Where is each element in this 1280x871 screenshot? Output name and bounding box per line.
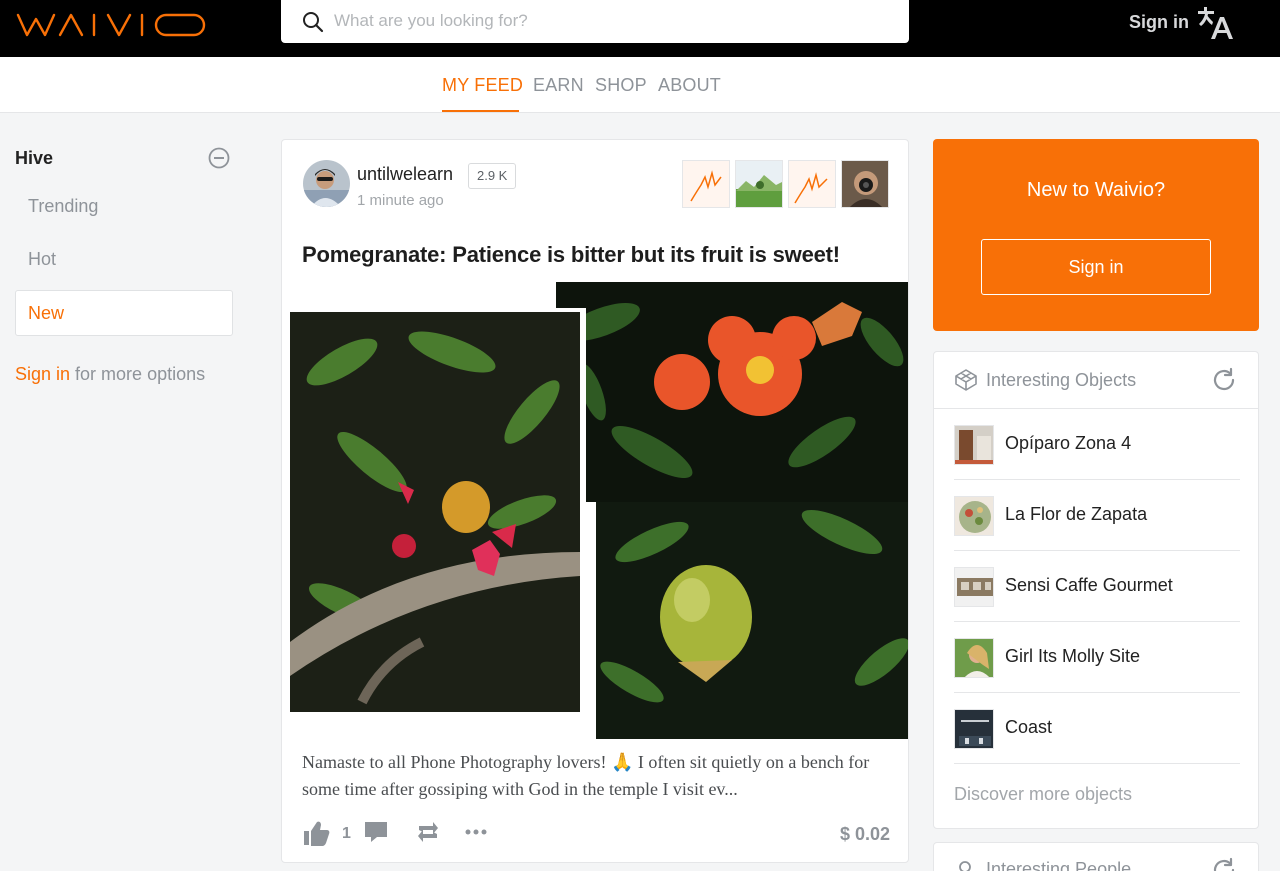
sidebar-item-hot[interactable]: Hot [28, 249, 56, 270]
active-tab-indicator [442, 110, 519, 112]
object-name: Opíparo Zona 4 [1005, 433, 1132, 453]
collapse-icon[interactable] [208, 147, 230, 169]
more-options-icon[interactable] [464, 820, 488, 844]
translate-icon[interactable] [1196, 5, 1234, 41]
like-icon[interactable] [302, 820, 330, 846]
discover-more-objects-link[interactable]: Discover more objects [954, 784, 1132, 805]
post-image-collage[interactable] [282, 282, 909, 739]
tab-earn[interactable]: EARN [533, 75, 584, 96]
search-icon [303, 12, 324, 33]
sidebar-item-new[interactable]: New [15, 290, 233, 336]
object-thumbnail[interactable] [841, 160, 889, 208]
object-image [954, 425, 994, 465]
signup-promo: New to Waivio? Sign in [933, 139, 1259, 331]
object-thumbnail[interactable] [735, 160, 783, 208]
refresh-icon[interactable] [1211, 367, 1237, 393]
object-item[interactable]: Opíparo Zona 4 [954, 409, 1240, 480]
sidebar-signin-link[interactable]: Sign in [15, 364, 70, 384]
comment-icon[interactable] [364, 820, 388, 844]
post-card: untilwelearn 2.9 K 1 minute ago Pomegran… [281, 139, 909, 863]
author-avatar[interactable] [303, 160, 350, 207]
object-image [954, 638, 994, 678]
sidebar-item-trending[interactable]: Trending [28, 196, 98, 217]
interesting-people-panel: Interesting People [933, 842, 1259, 871]
object-name: La Flor de Zapata [1005, 504, 1148, 524]
payout-value[interactable]: $ 0.02 [840, 824, 890, 845]
object-name: Coast [1005, 717, 1053, 737]
post-excerpt[interactable]: Namaste to all Phone Photography lovers!… [302, 749, 892, 803]
reblog-icon[interactable] [416, 820, 440, 844]
sidebar-title: Hive [15, 148, 54, 168]
post-actions: 1 $ 0.02 [302, 820, 892, 848]
main-nav: MY FEED EARN SHOP ABOUT [0, 57, 1280, 113]
like-count: 1 [342, 825, 351, 842]
object-item[interactable]: La Flor de Zapata [954, 480, 1240, 551]
promo-signin-button[interactable]: Sign in [981, 239, 1211, 295]
sidebar-signin-hint: Sign in for more options [15, 364, 205, 385]
post-title[interactable]: Pomegranate: Patience is bitter but its … [302, 242, 840, 268]
object-name: Girl Its Molly Site [1005, 646, 1141, 666]
object-thumbnail[interactable] [682, 160, 730, 208]
cube-icon [955, 369, 977, 391]
tab-about[interactable]: ABOUT [658, 75, 721, 96]
objects-title: Interesting Objects [986, 370, 1137, 390]
tab-my-feed[interactable]: MY FEED [442, 75, 523, 96]
search-input[interactable] [334, 9, 874, 33]
top-bar: Sign in [0, 0, 1280, 57]
tab-shop[interactable]: SHOP [595, 75, 647, 96]
object-name: Sensi Caffe Gourmet [1005, 575, 1173, 595]
object-item[interactable]: Girl Its Molly Site [954, 622, 1240, 693]
promo-title: New to Waivio? [1026, 179, 1166, 201]
sidebar-signin-suffix: for more options [70, 364, 206, 384]
people-icon [959, 861, 971, 871]
header-signin-link[interactable]: Sign in [1129, 12, 1189, 33]
object-image [954, 567, 994, 607]
object-item[interactable]: Coast [954, 693, 1240, 764]
object-image [954, 496, 994, 536]
object-item[interactable]: Sensi Caffe Gourmet [954, 551, 1240, 622]
interesting-objects-panel: Interesting Objects Opíparo Zona 4 La Fl… [933, 351, 1259, 829]
post-timestamp[interactable]: 1 minute ago [357, 192, 444, 209]
objects-header: Interesting Objects [934, 352, 1258, 409]
object-image [954, 709, 994, 749]
object-thumbnail[interactable] [788, 160, 836, 208]
search-bar[interactable] [281, 0, 909, 43]
reputation-badge: 2.9 K [468, 163, 517, 189]
waivio-logo[interactable] [16, 11, 208, 39]
sidebar-item-label: New [28, 303, 65, 323]
author-name[interactable]: untilwelearn [357, 164, 453, 185]
refresh-icon[interactable] [1211, 857, 1237, 871]
people-title: Interesting People [986, 859, 1132, 871]
